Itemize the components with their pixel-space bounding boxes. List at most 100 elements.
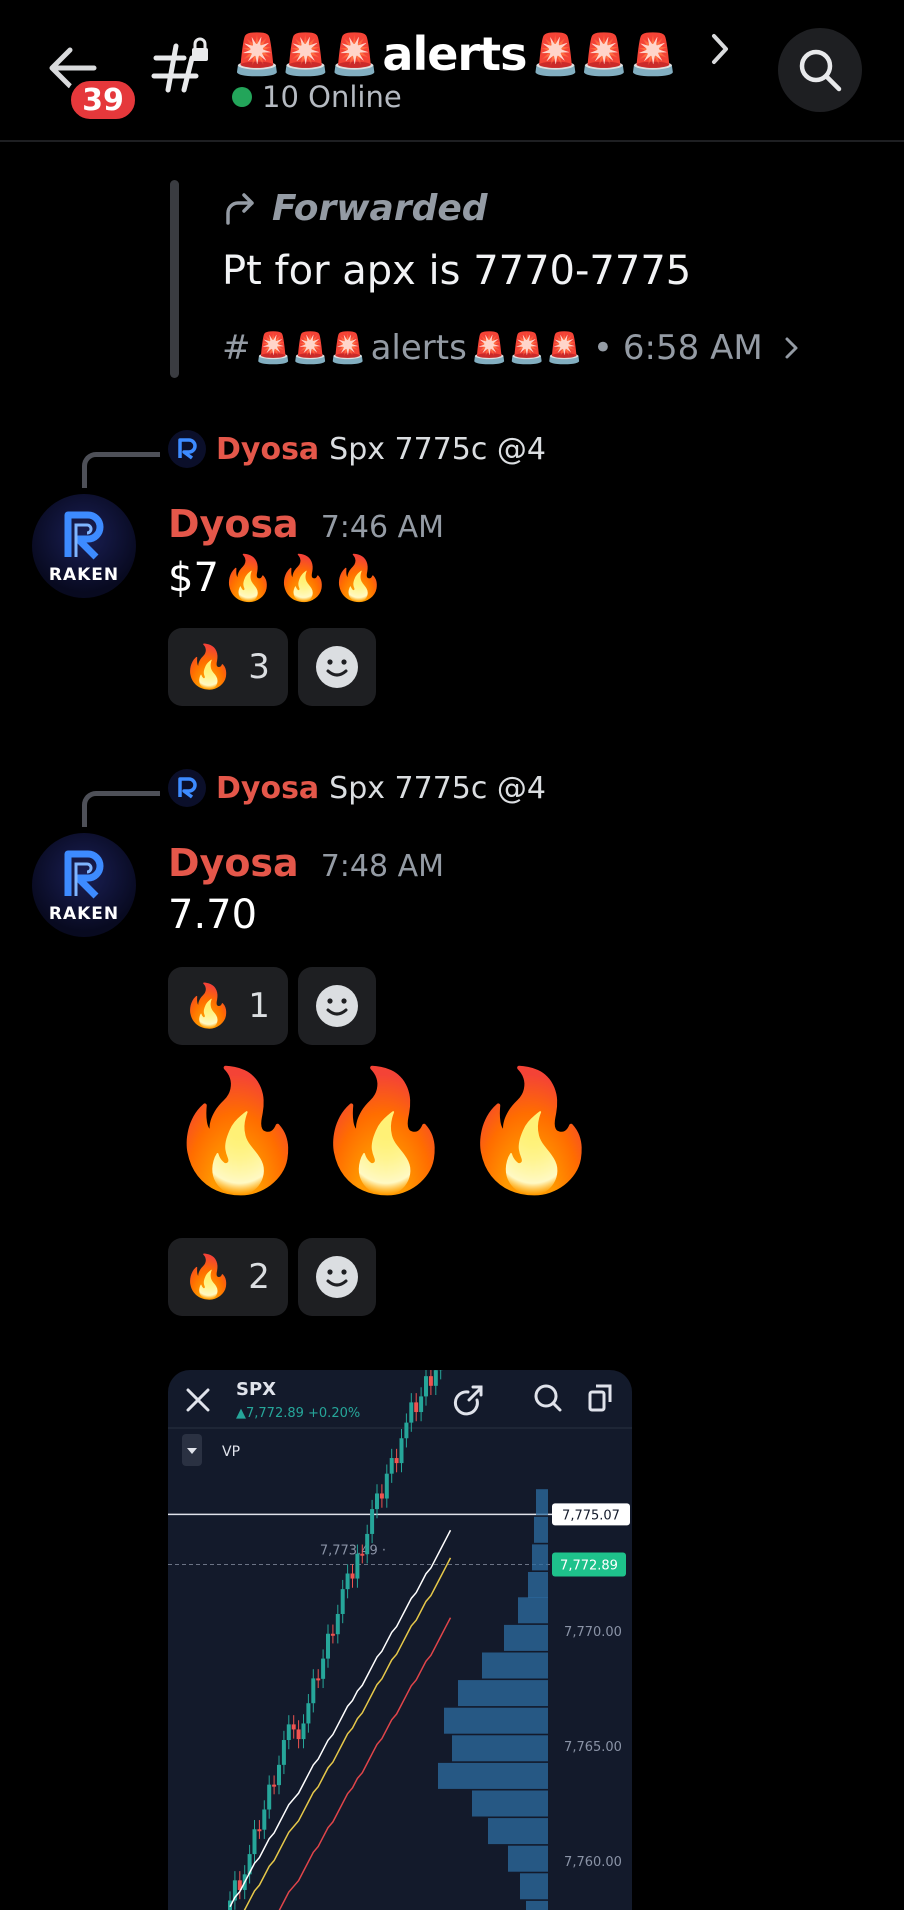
channel-name: alerts	[382, 27, 527, 81]
candle-body	[335, 1613, 340, 1635]
candle-body	[262, 1809, 267, 1830]
volume-profile-bar	[518, 1597, 548, 1624]
price-chart: SPX ▲7,772.89 +0.20% VP 7,775.07 7,772.89…	[168, 1370, 632, 1910]
search-icon	[799, 49, 842, 92]
candle-body	[375, 1493, 379, 1510]
volume-profile-bar	[536, 1489, 548, 1516]
y-tick-label: 7,765.00	[564, 1740, 622, 1755]
candle-body	[355, 1553, 360, 1579]
fire-emoji: 🔥🔥🔥	[220, 553, 386, 604]
copy-icon[interactable]	[588, 1384, 612, 1412]
volume-profile-bar	[472, 1790, 548, 1817]
message-time: 7:48 AM	[320, 849, 444, 884]
jumbo-emoji-message: 🔥🔥🔥	[164, 1061, 605, 1199]
forwarded-text: Forwarded	[272, 188, 488, 229]
avatar[interactable]: RAKEN	[32, 833, 136, 937]
channel-title[interactable]: 🚨🚨🚨 alerts 🚨🚨🚨	[232, 22, 678, 86]
message-header: Dyosa 7:46 AM	[168, 502, 444, 546]
message-author[interactable]: Dyosa	[168, 841, 299, 885]
message-header: Dyosa 7:48 AM	[168, 841, 444, 885]
y-tick-label: 7,760.00	[564, 1855, 622, 1870]
candle-body	[277, 1764, 281, 1786]
siren-emoji: 🚨🚨🚨	[470, 330, 583, 366]
volume-profile-bar	[526, 1900, 548, 1910]
fire-emoji: 🔥	[182, 1252, 235, 1301]
add-reaction-button[interactable]	[298, 967, 376, 1045]
volume-profile-bar	[528, 1572, 548, 1598]
chart-close-icon[interactable]	[186, 1388, 210, 1412]
reply-connector	[82, 452, 160, 488]
candle-body	[306, 1703, 311, 1724]
chart-change: ▲7,772.89 +0.20%	[236, 1406, 360, 1421]
forward-arrow-icon	[226, 192, 254, 225]
avatar-text: RAKEN	[48, 904, 120, 924]
siren-emoji: 🚨🚨🚨	[530, 31, 677, 78]
candle-body	[272, 1784, 277, 1787]
add-reaction-button[interactable]	[298, 1238, 376, 1316]
siren-emoji: 🚨🚨🚨	[254, 330, 367, 366]
siren-emoji: 🚨🚨🚨	[232, 31, 379, 78]
candle-body	[384, 1473, 389, 1499]
reaction-bar: 🔥 3	[168, 628, 376, 706]
reaction-count: 2	[248, 1257, 270, 1297]
message-time: 7:46 AM	[320, 510, 444, 545]
smiley-icon	[316, 1256, 358, 1298]
online-count: 10 Online	[262, 80, 402, 114]
add-reaction-button[interactable]	[298, 628, 376, 706]
candle-body	[394, 1458, 399, 1464]
candle-body	[321, 1658, 326, 1679]
candle-body	[428, 1376, 433, 1386]
y-tick-label: 7,770.00	[564, 1625, 622, 1640]
candle-body	[414, 1402, 419, 1413]
chevron-right-icon[interactable]	[706, 26, 736, 72]
reaction-bar: 🔥 1	[168, 967, 376, 1045]
indicator-label: VP	[222, 1444, 240, 1460]
volume-profile-bar	[508, 1845, 548, 1872]
candle-body	[340, 1589, 345, 1614]
avatar	[168, 769, 206, 807]
reaction-fire[interactable]: 🔥 3	[168, 628, 288, 706]
volume-profile-bar	[482, 1652, 548, 1679]
search-button[interactable]	[778, 28, 862, 112]
smiley-icon	[316, 646, 358, 688]
volume-profile-bar	[520, 1873, 548, 1900]
candle-body	[399, 1438, 404, 1464]
forwarded-source[interactable]: # 🚨🚨🚨 alerts 🚨🚨🚨 • 6:58 AM	[222, 328, 807, 368]
candle-body	[326, 1633, 330, 1659]
locked-channel-icon	[150, 36, 212, 98]
message-author[interactable]: Dyosa	[168, 502, 299, 546]
channel-header: 39 🚨🚨🚨 alerts 🚨🚨🚨 10 Online	[0, 0, 904, 142]
reply-author: Dyosa	[216, 431, 320, 467]
chevron-right-icon	[785, 337, 798, 359]
candle-body	[365, 1533, 370, 1555]
avatar	[168, 430, 206, 468]
reply-reference[interactable]: Dyosa Spx 7775c @4	[168, 430, 546, 468]
candle-body	[360, 1553, 365, 1556]
message-body: $7	[168, 555, 219, 601]
smiley-icon	[316, 985, 358, 1027]
candle-body	[389, 1458, 394, 1474]
volume-profile-bar	[504, 1624, 548, 1651]
reaction-fire[interactable]: 🔥 2	[168, 1238, 288, 1316]
candle-body	[345, 1573, 350, 1590]
candle-body	[424, 1376, 428, 1397]
forwarded-message-text: Pt for apx is 7770-7775	[222, 248, 692, 294]
message-text: 7.70	[168, 892, 257, 938]
candle-body	[281, 1740, 286, 1765]
candle-body	[433, 1370, 438, 1386]
candle-body	[296, 1729, 301, 1740]
reply-reference[interactable]: Dyosa Spx 7775c @4	[168, 769, 546, 807]
chart-search-icon[interactable]	[534, 1384, 562, 1412]
volume-profile-bar	[458, 1680, 548, 1707]
avatar[interactable]: RAKEN	[32, 494, 136, 598]
unread-badge: 39	[66, 76, 140, 124]
ma-line-white	[229, 1529, 452, 1908]
price-label: 7,772.89	[560, 1559, 618, 1574]
ma-line-yellow	[243, 1557, 452, 1910]
volume-profile-bar	[532, 1544, 548, 1571]
share-icon[interactable]	[453, 1385, 483, 1416]
reaction-fire[interactable]: 🔥 1	[168, 967, 288, 1045]
chart-image-attachment[interactable]: SPX ▲7,772.89 +0.20% VP 7,775.07 7,772.89…	[168, 1370, 632, 1910]
reaction-count: 1	[248, 986, 270, 1026]
candle-body	[330, 1633, 335, 1636]
